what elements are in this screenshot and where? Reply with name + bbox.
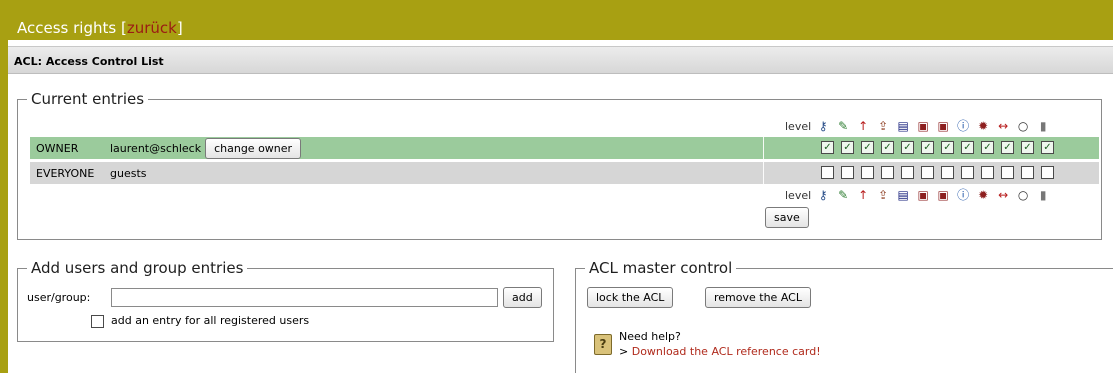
gear-icon: ✹ [978,188,989,202]
user-group-label: user/group: [27,291,91,304]
permission-checkbox[interactable]: ✓ [1021,141,1034,154]
master-control-legend: ACL master control [589,259,733,277]
permission-checkbox[interactable] [981,166,994,179]
permission-checkbox[interactable]: ✓ [1001,141,1014,154]
add-button[interactable]: add [503,287,542,308]
pencil-icon: ✎ [838,119,849,133]
permission-icons-header-bottom: level ⚷ ✎ ↑ ⇪ ▤ ▣ ▣ ⓘ ✹ ↔ ○ ▮ [785,187,1053,203]
permission-checkbox[interactable] [921,166,934,179]
permission-checkbox[interactable] [861,166,874,179]
permission-checkbox[interactable] [941,166,954,179]
level-label: level [785,188,812,202]
acl-row-everyone: EVERYONE guests [30,162,1099,184]
remove-acl-button[interactable]: remove the ACL [705,287,811,308]
permission-checkbox[interactable] [961,166,974,179]
arrow-up-icon: ↑ [858,188,869,202]
acl-row-owner: OWNER laurent@schleck change owner ✓ ✓ ✓ ✓ ✓… [30,137,1099,159]
permission-checkbox[interactable] [1021,166,1034,179]
permission-checkbox[interactable] [901,166,914,179]
permission-checkbox[interactable] [841,166,854,179]
help-title: Need help? [619,330,681,343]
acl-section-header: ACL: Access Control List [8,46,1113,74]
folder-out-icon: ▣ [937,188,949,202]
upload-icon: ⇪ [878,119,889,133]
folder-in-icon: ▣ [917,188,929,202]
permission-checkbox[interactable]: ✓ [881,141,894,154]
acl-user: guests [110,166,147,180]
permission-checkbox[interactable]: ✓ [981,141,994,154]
move-icon: ↔ [998,119,1009,133]
permission-checkboxes-owner: ✓ ✓ ✓ ✓ ✓ ✓ ✓ ✓ ✓ ✓ ✓ ✓ [821,141,1061,154]
trash-icon: ▮ [1039,119,1047,133]
level-label: level [785,119,812,133]
permission-checkboxes-everyone [821,166,1061,179]
info-icon: ⓘ [957,188,970,202]
permission-checkbox[interactable]: ✓ [841,141,854,154]
move-icon: ↔ [998,188,1009,202]
row-divider [763,162,764,184]
lock-acl-button[interactable]: lock the ACL [587,287,674,308]
help-document-icon: ? [594,334,612,355]
info-icon: ⓘ [957,119,970,133]
acl-role: EVERYONE [36,166,95,180]
permission-checkbox[interactable]: ✓ [921,141,934,154]
permission-checkbox[interactable]: ✓ [1041,141,1054,154]
download-reference-card-link[interactable]: Download the ACL reference card! [632,345,821,358]
help-line: > Download the ACL reference card! [619,345,821,358]
change-owner-button[interactable]: change owner [205,137,302,159]
key-icon: ⚷ [818,188,828,202]
permission-checkbox[interactable] [1041,166,1054,179]
folder-icon: ▤ [897,119,909,133]
permission-icons-header-top: level ⚷ ✎ ↑ ⇪ ▤ ▣ ▣ ⓘ ✹ ↔ ○ ▮ [785,118,1053,134]
row-divider [763,137,764,159]
add-entries-legend: Add users and group entries [31,259,244,277]
folder-out-icon: ▣ [937,119,949,133]
permission-checkbox[interactable] [821,166,834,179]
all-users-label: add an entry for all registered users [111,314,310,327]
folder-icon: ▤ [897,188,909,202]
pencil-icon: ✎ [838,188,849,202]
left-accent-strip [0,0,8,373]
acl-role: OWNER [36,141,79,155]
page-title: Access rights [17,19,117,37]
gear-icon: ✹ [978,119,989,133]
help-prefix: > [619,345,632,358]
current-entries-legend: Current entries [31,90,145,108]
permission-checkbox[interactable]: ✓ [941,141,954,154]
bracket-close: ] [176,19,183,37]
all-users-checkbox[interactable] [91,315,104,328]
back-link[interactable]: zurück [127,19,177,37]
user-group-input[interactable] [111,288,498,307]
folder-in-icon: ▣ [917,119,929,133]
permission-checkbox[interactable]: ✓ [861,141,874,154]
permission-checkbox[interactable]: ✓ [961,141,974,154]
permission-checkbox[interactable]: ✓ [821,141,834,154]
permission-checkbox[interactable] [1001,166,1014,179]
save-button[interactable]: save [765,207,809,228]
arrow-up-icon: ↑ [858,119,869,133]
trash-icon: ▮ [1039,188,1047,202]
comment-icon: ○ [1017,188,1029,202]
permission-checkbox[interactable]: ✓ [901,141,914,154]
comment-icon: ○ [1017,119,1029,133]
title-bar: Access rights [zurück] [8,0,1113,40]
permission-checkbox[interactable] [881,166,894,179]
key-icon: ⚷ [818,119,828,133]
upload-icon: ⇪ [878,188,889,202]
acl-user: laurent@schleck [110,141,202,155]
